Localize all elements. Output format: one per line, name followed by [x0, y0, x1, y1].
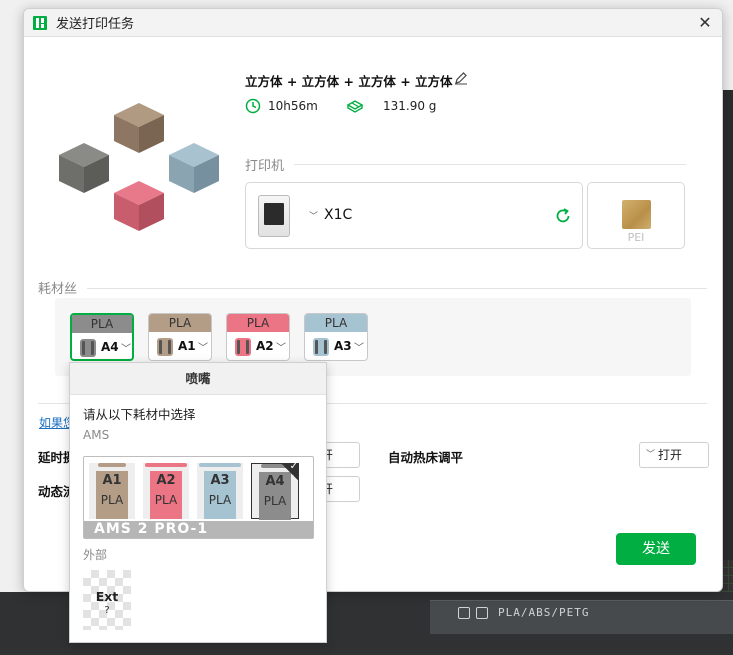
- filament-slot-3[interactable]: PLA A2 ﹀: [226, 313, 290, 361]
- ams-slot-a2[interactable]: A2 PLA: [143, 463, 189, 519]
- ams-slot-id: A1: [102, 473, 122, 488]
- clock-icon: [245, 98, 261, 114]
- close-button[interactable]: ✕: [696, 14, 714, 32]
- chevron-down-icon: ﹀: [121, 344, 131, 355]
- popup-instruction: 请从以下耗材中选择: [83, 407, 196, 422]
- ams-unit: A1 PLA A2 PLA A3 PLA A4 PLA ✓ AMS 2 PRO-…: [83, 456, 314, 539]
- slot-material: PLA: [149, 314, 211, 332]
- chevron-down-icon: ﹀: [309, 212, 319, 222]
- weight-value: 131.90 g: [383, 99, 437, 113]
- selected-check-icon: ✓: [281, 461, 299, 481]
- edit-name-icon[interactable]: [454, 71, 468, 85]
- slot-material: PLA: [227, 314, 289, 332]
- ams-slot-material: PLA: [100, 493, 124, 507]
- filament-section-label: 耗材丝: [38, 282, 78, 297]
- refresh-icon[interactable]: [554, 207, 572, 225]
- printer-name: X1C: [324, 207, 353, 223]
- plate-icon[interactable]: [476, 607, 488, 619]
- external-section-label: 外部: [83, 548, 108, 562]
- filament-slot-2[interactable]: PLA A1 ﹀: [148, 313, 212, 361]
- printer-image: [258, 195, 290, 237]
- auto-bed-leveling-value: 打开: [658, 448, 683, 462]
- model-thumbnail: [59, 103, 219, 231]
- auto-bed-leveling-label: 自动热床调平: [388, 450, 464, 465]
- plate-selector[interactable]: PEI: [587, 182, 685, 249]
- plate-label: PEI: [627, 231, 645, 244]
- cube-blue: [169, 143, 219, 193]
- slot-id: A2: [256, 339, 274, 353]
- title-bar: 发送打印任务: [24, 9, 722, 37]
- ams-slot-id: A2: [156, 473, 176, 488]
- printer-divider: [294, 164, 686, 165]
- dialog-title: 发送打印任务: [56, 17, 135, 32]
- popup-header: 喷嘴: [70, 363, 326, 395]
- slot-color-strip: [145, 463, 187, 467]
- cube-pink: [114, 181, 164, 231]
- ams-slot-a1[interactable]: A1 PLA: [89, 463, 135, 519]
- ams-name: AMS 2 PRO-1: [84, 521, 313, 538]
- print-time: 10h56m: [245, 98, 318, 114]
- ams-slot-a3[interactable]: A3 PLA: [197, 463, 243, 519]
- slot-material: PLA: [72, 315, 132, 333]
- spool-icon: [235, 338, 251, 356]
- filament-divider: [87, 288, 707, 289]
- ams-slot-id: A3: [210, 473, 230, 488]
- ext-id: Ext: [95, 589, 119, 604]
- ams-section-label: AMS: [83, 428, 110, 442]
- model-name: 立方体 + 立方体 + 立方体 + 立方体: [245, 74, 453, 89]
- ams-slot-material: PLA: [263, 494, 287, 508]
- cube-brown: [114, 103, 164, 153]
- spool-icon: [313, 338, 329, 356]
- chevron-down-icon: ﹀: [276, 343, 286, 354]
- grid-icon[interactable]: [458, 607, 470, 619]
- print-weight: 131.90 g: [346, 98, 436, 114]
- slot-id: A1: [178, 339, 196, 353]
- ext-material: ?: [104, 605, 110, 616]
- ams-slot-material: PLA: [208, 493, 232, 507]
- auto-bed-leveling-select[interactable]: ﹀ 打开: [639, 442, 709, 468]
- external-spool[interactable]: Ext ?: [83, 570, 131, 630]
- print-time-value: 10h56m: [268, 99, 318, 113]
- spool-icon: [157, 338, 173, 356]
- slot-id: A3: [334, 339, 352, 353]
- ams-slot-material: PLA: [154, 493, 178, 507]
- app-logo-icon: [33, 15, 47, 30]
- slot-id: A4: [101, 340, 119, 354]
- filament-slot-1[interactable]: PLA A4 ﹀: [70, 313, 134, 361]
- slot-color-strip: [199, 463, 241, 467]
- printer-section-label: 打印机: [245, 159, 285, 174]
- filament-slot-4[interactable]: PLA A3 ﹀: [304, 313, 368, 361]
- ams-slot-a4[interactable]: A4 PLA ✓: [251, 461, 299, 520]
- filament-select-popup: 喷嘴 请从以下耗材中选择 AMS A1 PLA A2 PLA A3 PLA A4…: [69, 362, 327, 643]
- toolbar-label: PLA/ABS/PETG: [498, 606, 590, 619]
- chevron-down-icon: ﹀: [646, 450, 656, 460]
- plate-image: [622, 200, 651, 229]
- chevron-down-icon: ﹀: [198, 343, 208, 354]
- spool-icon: [80, 339, 96, 357]
- slot-color-strip: [98, 463, 126, 467]
- weight-icon: [346, 100, 364, 113]
- send-button[interactable]: 发送: [616, 533, 696, 565]
- cube-gray: [59, 143, 109, 193]
- slot-material: PLA: [305, 314, 367, 332]
- chevron-down-icon: ﹀: [354, 343, 364, 354]
- printer-selector[interactable]: ﹀ X1C: [245, 182, 583, 249]
